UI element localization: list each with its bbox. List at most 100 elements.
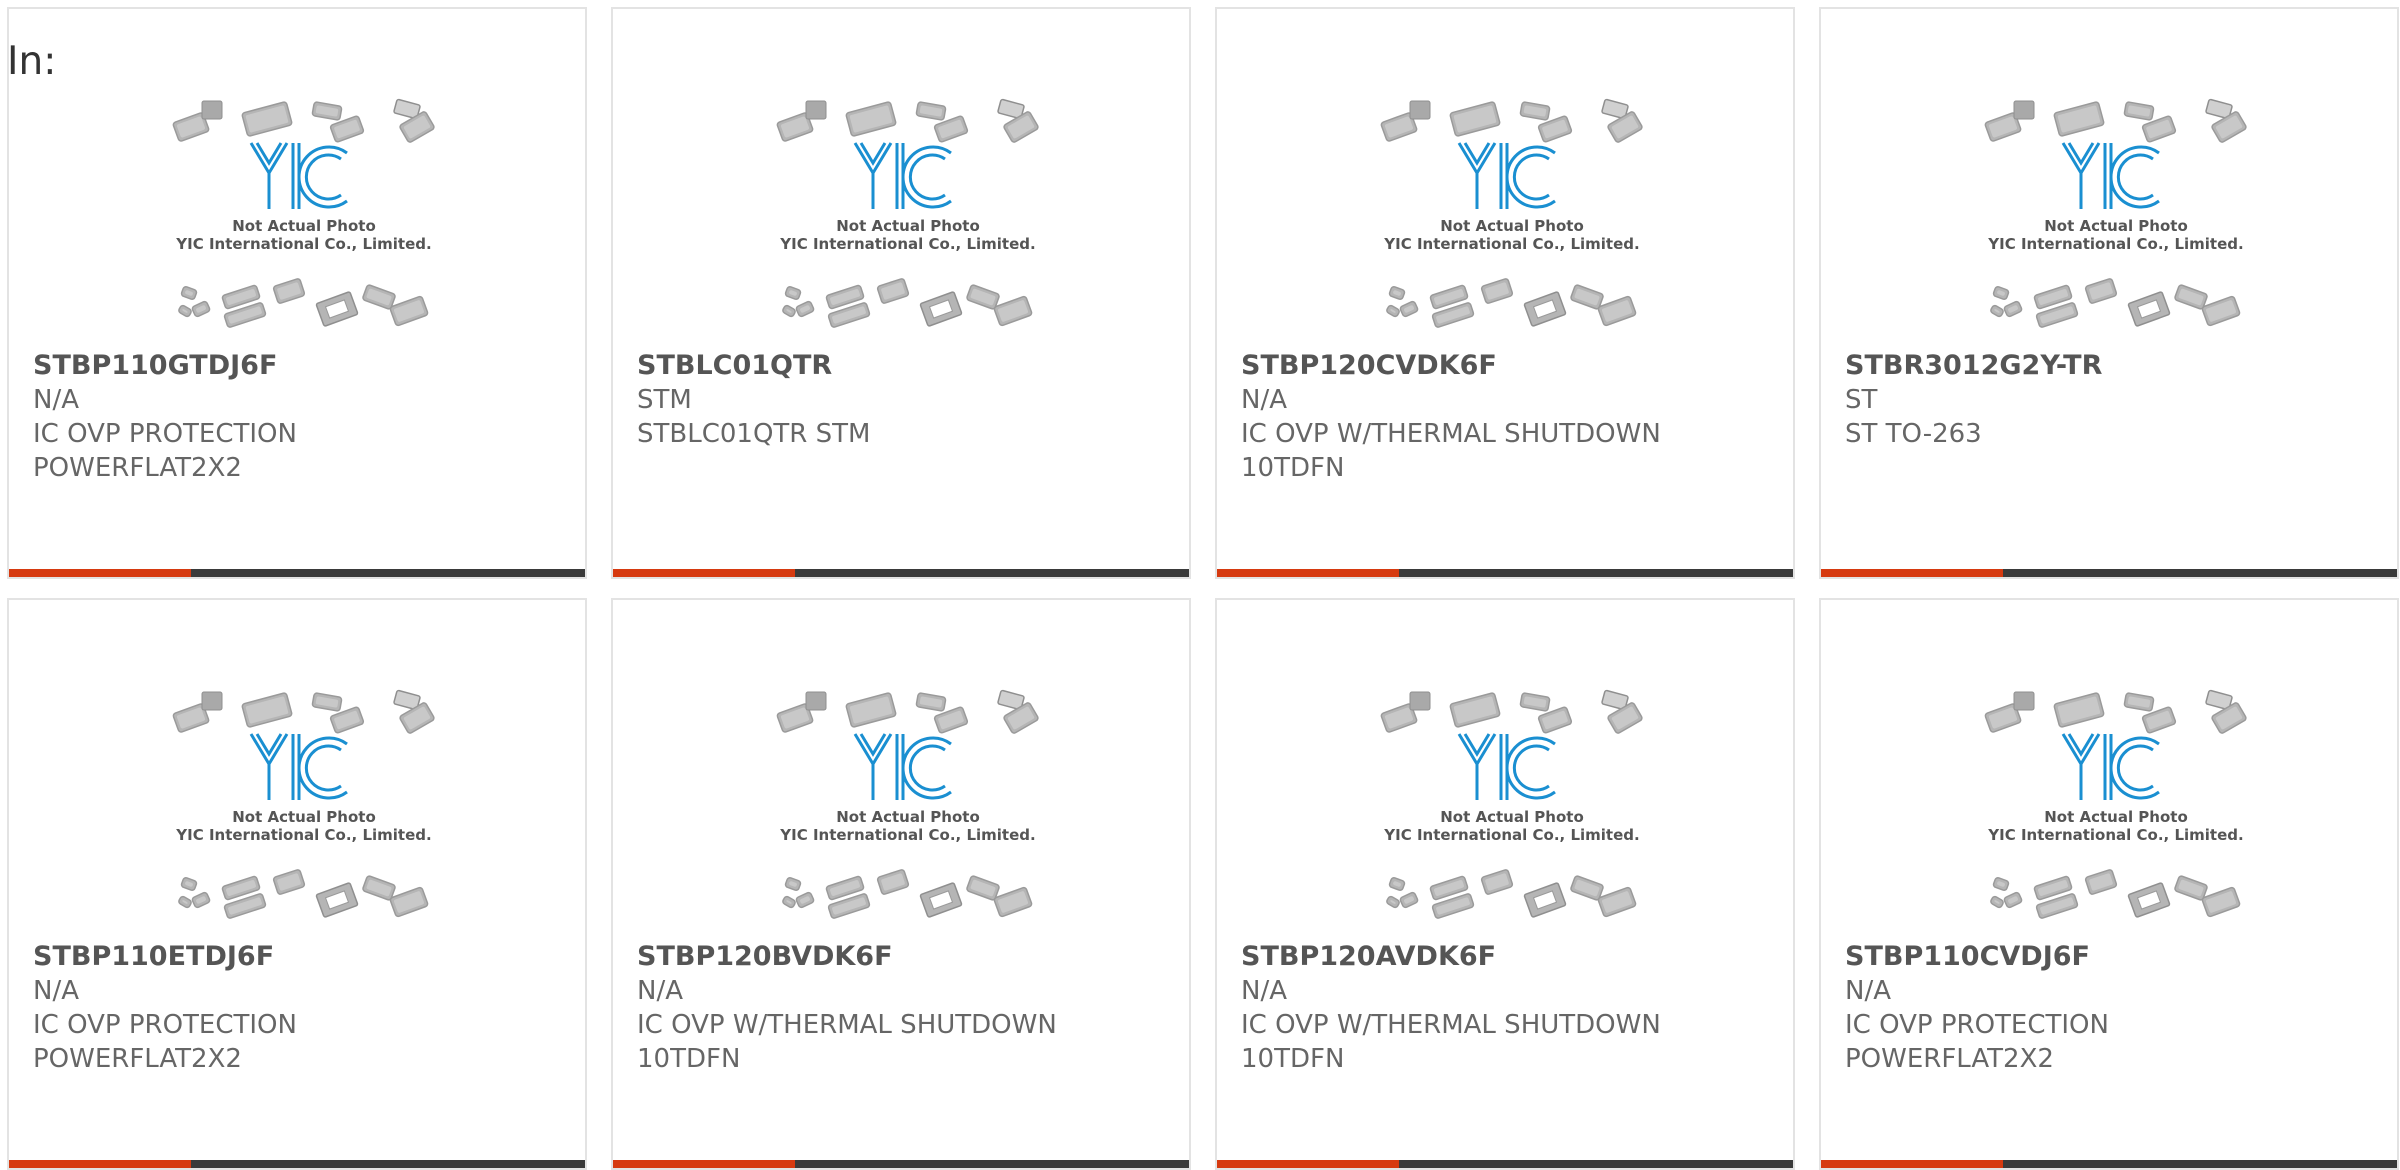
card-bottom-bar [1821,569,2397,577]
product-info: STBP120BVDK6F N/A IC OVP W/THERMAL SHUTD… [637,940,1173,1076]
product-card[interactable]: Not Actual Photo YIC International Co., … [1819,598,2399,1170]
svg-text:Not Actual Photo: Not Actual Photo [2044,217,2188,235]
product-thumbnail[interactable]: Not Actual Photo YIC International Co., … [773,688,1043,933]
card-accent-bar [9,1160,191,1168]
yic-placeholder-image: Not Actual Photo YIC International Co., … [172,98,435,328]
description: IC OVP PROTECTION [33,419,297,449]
card-accent-bar [9,569,191,577]
description: IC OVP W/THERMAL SHUTDOWN [1241,1010,1661,1040]
yic-logo-icon [853,733,952,800]
svg-text:YIC International Co., Limited: YIC International Co., Limited. [1987,235,2243,253]
yic-logo-icon [249,733,348,800]
yic-logo-icon [2061,733,2160,800]
package: 10TDFN [1241,453,1345,483]
product-thumbnail[interactable]: Not Actual Photo YIC International Co., … [1981,97,2251,342]
manufacturer: STM [637,385,692,415]
product-grid: Not Actual Photo YIC International Co., … [7,7,2399,1170]
part-number[interactable]: STBR3012G2Y-TR [1845,349,2381,383]
svg-text:YIC International Co., Limited: YIC International Co., Limited. [1987,826,2243,844]
svg-text:YIC International Co., Limited: YIC International Co., Limited. [175,235,431,253]
svg-text:Not Actual Photo: Not Actual Photo [836,217,980,235]
svg-text:YIC International Co., Limited: YIC International Co., Limited. [1383,235,1639,253]
product-thumbnail[interactable]: Not Actual Photo YIC International Co., … [1377,97,1647,342]
yic-placeholder-image: Not Actual Photo YIC International Co., … [1984,98,2247,328]
description: IC OVP W/THERMAL SHUTDOWN [637,1010,1057,1040]
part-number[interactable]: STBP120BVDK6F [637,940,1173,974]
description: IC OVP PROTECTION [1845,1010,2109,1040]
part-number[interactable]: STBLC01QTR [637,349,1173,383]
product-info: STBP120AVDK6F N/A IC OVP W/THERMAL SHUTD… [1241,940,1777,1076]
card-accent-bar [613,1160,795,1168]
manufacturer: N/A [33,976,79,1006]
svg-text:YIC International Co., Limited: YIC International Co., Limited. [1383,826,1639,844]
package: 10TDFN [637,1044,741,1074]
product-thumbnail[interactable]: Not Actual Photo YIC International Co., … [773,97,1043,342]
card-accent-bar [1821,1160,2003,1168]
product-thumbnail[interactable]: Not Actual Photo YIC International Co., … [169,688,439,933]
card-bottom-bar [1217,569,1793,577]
package: POWERFLAT2X2 [33,453,242,483]
product-thumbnail[interactable]: Not Actual Photo YIC International Co., … [1981,688,2251,933]
svg-text:Not Actual Photo: Not Actual Photo [1440,808,1584,826]
svg-text:Not Actual Photo: Not Actual Photo [232,217,376,235]
manufacturer: N/A [637,976,683,1006]
yic-logo-icon [1457,733,1556,800]
package: 10TDFN [1241,1044,1345,1074]
card-bottom-bar [9,569,585,577]
manufacturer: ST [1845,385,1878,415]
svg-text:YIC International Co., Limited: YIC International Co., Limited. [175,826,431,844]
part-number[interactable]: STBP110CVDJ6F [1845,940,2381,974]
product-card[interactable]: Not Actual Photo YIC International Co., … [611,7,1191,579]
svg-text:YIC International Co., Limited: YIC International Co., Limited. [779,235,1035,253]
card-bottom-bar [9,1160,585,1168]
card-bottom-bar [1821,1160,2397,1168]
product-card[interactable]: Not Actual Photo YIC International Co., … [611,598,1191,1170]
page-label: In: [7,39,57,84]
product-card[interactable]: Not Actual Photo YIC International Co., … [1215,7,1795,579]
card-accent-bar [1217,1160,1399,1168]
card-bottom-bar [1217,1160,1793,1168]
manufacturer: N/A [1845,976,1891,1006]
card-bottom-bar [613,569,1189,577]
product-thumbnail[interactable]: Not Actual Photo YIC International Co., … [1377,688,1647,933]
manufacturer: N/A [1241,385,1287,415]
yic-logo-icon [249,142,348,209]
svg-text:YIC International Co., Limited: YIC International Co., Limited. [779,826,1035,844]
yic-placeholder-image: Not Actual Photo YIC International Co., … [1984,689,2247,919]
product-thumbnail[interactable]: Not Actual Photo YIC International Co., … [169,97,439,342]
product-card[interactable]: Not Actual Photo YIC International Co., … [1215,598,1795,1170]
card-accent-bar [1821,569,2003,577]
product-info: STBP110CVDJ6F N/A IC OVP PROTECTION POWE… [1845,940,2381,1076]
description: IC OVP PROTECTION [33,1010,297,1040]
product-card[interactable]: Not Actual Photo YIC International Co., … [7,598,587,1170]
product-card[interactable]: Not Actual Photo YIC International Co., … [7,7,587,579]
part-number[interactable]: STBP110ETDJ6F [33,940,569,974]
card-accent-bar [1217,569,1399,577]
product-info: STBP110GTDJ6F N/A IC OVP PROTECTION POWE… [33,349,569,485]
yic-placeholder-image: Not Actual Photo YIC International Co., … [776,689,1039,919]
yic-logo-icon [853,142,952,209]
description: IC OVP W/THERMAL SHUTDOWN [1241,419,1661,449]
description: STBLC01QTR STM [637,419,871,449]
package: POWERFLAT2X2 [33,1044,242,1074]
product-card[interactable]: Not Actual Photo YIC International Co., … [1819,7,2399,579]
part-number[interactable]: STBP110GTDJ6F [33,349,569,383]
manufacturer: N/A [33,385,79,415]
card-bottom-bar [613,1160,1189,1168]
yic-logo-icon [2061,142,2160,209]
product-info: STBP110ETDJ6F N/A IC OVP PROTECTION POWE… [33,940,569,1076]
yic-placeholder-image: Not Actual Photo YIC International Co., … [1380,98,1643,328]
yic-logo-icon [1457,142,1556,209]
yic-placeholder-image: Not Actual Photo YIC International Co., … [172,689,435,919]
manufacturer: N/A [1241,976,1287,1006]
product-info: STBR3012G2Y-TR ST ST TO-263 [1845,349,2381,451]
card-accent-bar [613,569,795,577]
svg-text:Not Actual Photo: Not Actual Photo [1440,217,1584,235]
svg-text:Not Actual Photo: Not Actual Photo [836,808,980,826]
part-number[interactable]: STBP120CVDK6F [1241,349,1777,383]
yic-placeholder-image: Not Actual Photo YIC International Co., … [776,98,1039,328]
part-number[interactable]: STBP120AVDK6F [1241,940,1777,974]
product-info: STBLC01QTR STM STBLC01QTR STM [637,349,1173,451]
yic-placeholder-image: Not Actual Photo YIC International Co., … [1380,689,1643,919]
svg-text:Not Actual Photo: Not Actual Photo [2044,808,2188,826]
